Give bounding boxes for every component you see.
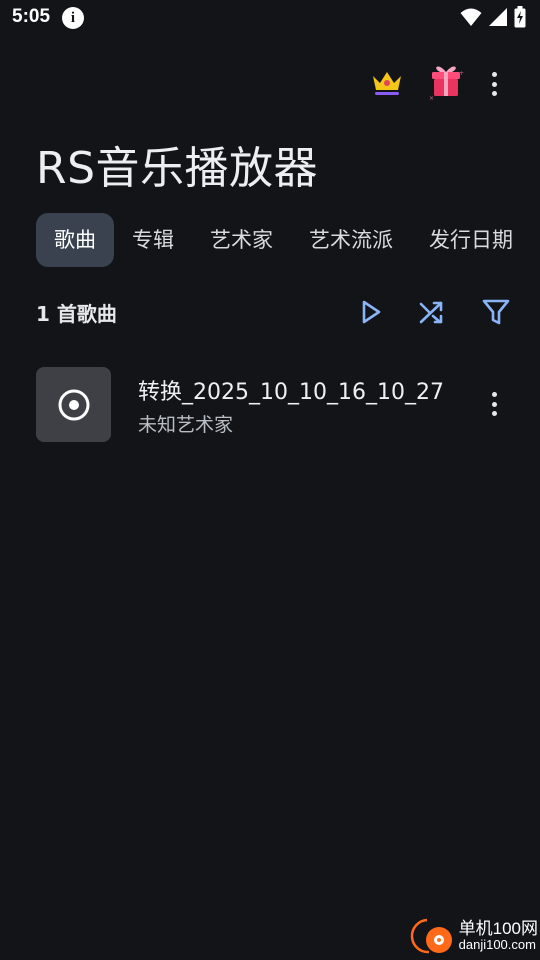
battery-charging-icon (514, 6, 526, 28)
tab-songs[interactable]: 歌曲 (36, 213, 114, 267)
status-time: 5:05 (12, 6, 51, 27)
watermark-logo-icon (410, 918, 452, 954)
svg-text:×: × (429, 95, 434, 100)
filter-icon[interactable] (481, 297, 511, 327)
watermark: 单机100网 danji100.com (399, 914, 538, 958)
tab-bar: 歌曲 专辑 艺术家 艺术流派 发行日期 (36, 213, 531, 267)
wifi-icon (460, 8, 482, 26)
signal-icon (489, 8, 507, 26)
shuffle-icon[interactable] (417, 297, 447, 327)
disc-icon (58, 389, 89, 420)
song-more-icon[interactable] (482, 390, 506, 418)
tab-genres[interactable]: 艺术流派 (291, 213, 411, 267)
gift-icon[interactable]: × + (428, 62, 464, 100)
album-art[interactable] (36, 367, 111, 442)
watermark-title: 单机100网 (458, 918, 538, 938)
song-artist: 未知艺术家 (138, 414, 234, 436)
svg-text:+: + (459, 70, 464, 77)
tab-albums[interactable]: 专辑 (114, 213, 192, 267)
crown-icon[interactable] (370, 68, 404, 98)
watermark-url: danji100.com (458, 937, 536, 953)
info-icon: i (62, 7, 84, 29)
status-icons (460, 6, 526, 28)
song-title[interactable]: 转换_2025_10_10_16_10_27 (138, 374, 464, 406)
play-icon[interactable] (357, 298, 385, 326)
tab-artists[interactable]: 艺术家 (192, 213, 291, 267)
tab-release-date[interactable]: 发行日期 (411, 213, 531, 267)
more-vertical-icon[interactable] (482, 70, 506, 98)
page-title: RS音乐播放器 (36, 143, 319, 194)
song-count-label: 1 首歌曲 (36, 302, 117, 326)
